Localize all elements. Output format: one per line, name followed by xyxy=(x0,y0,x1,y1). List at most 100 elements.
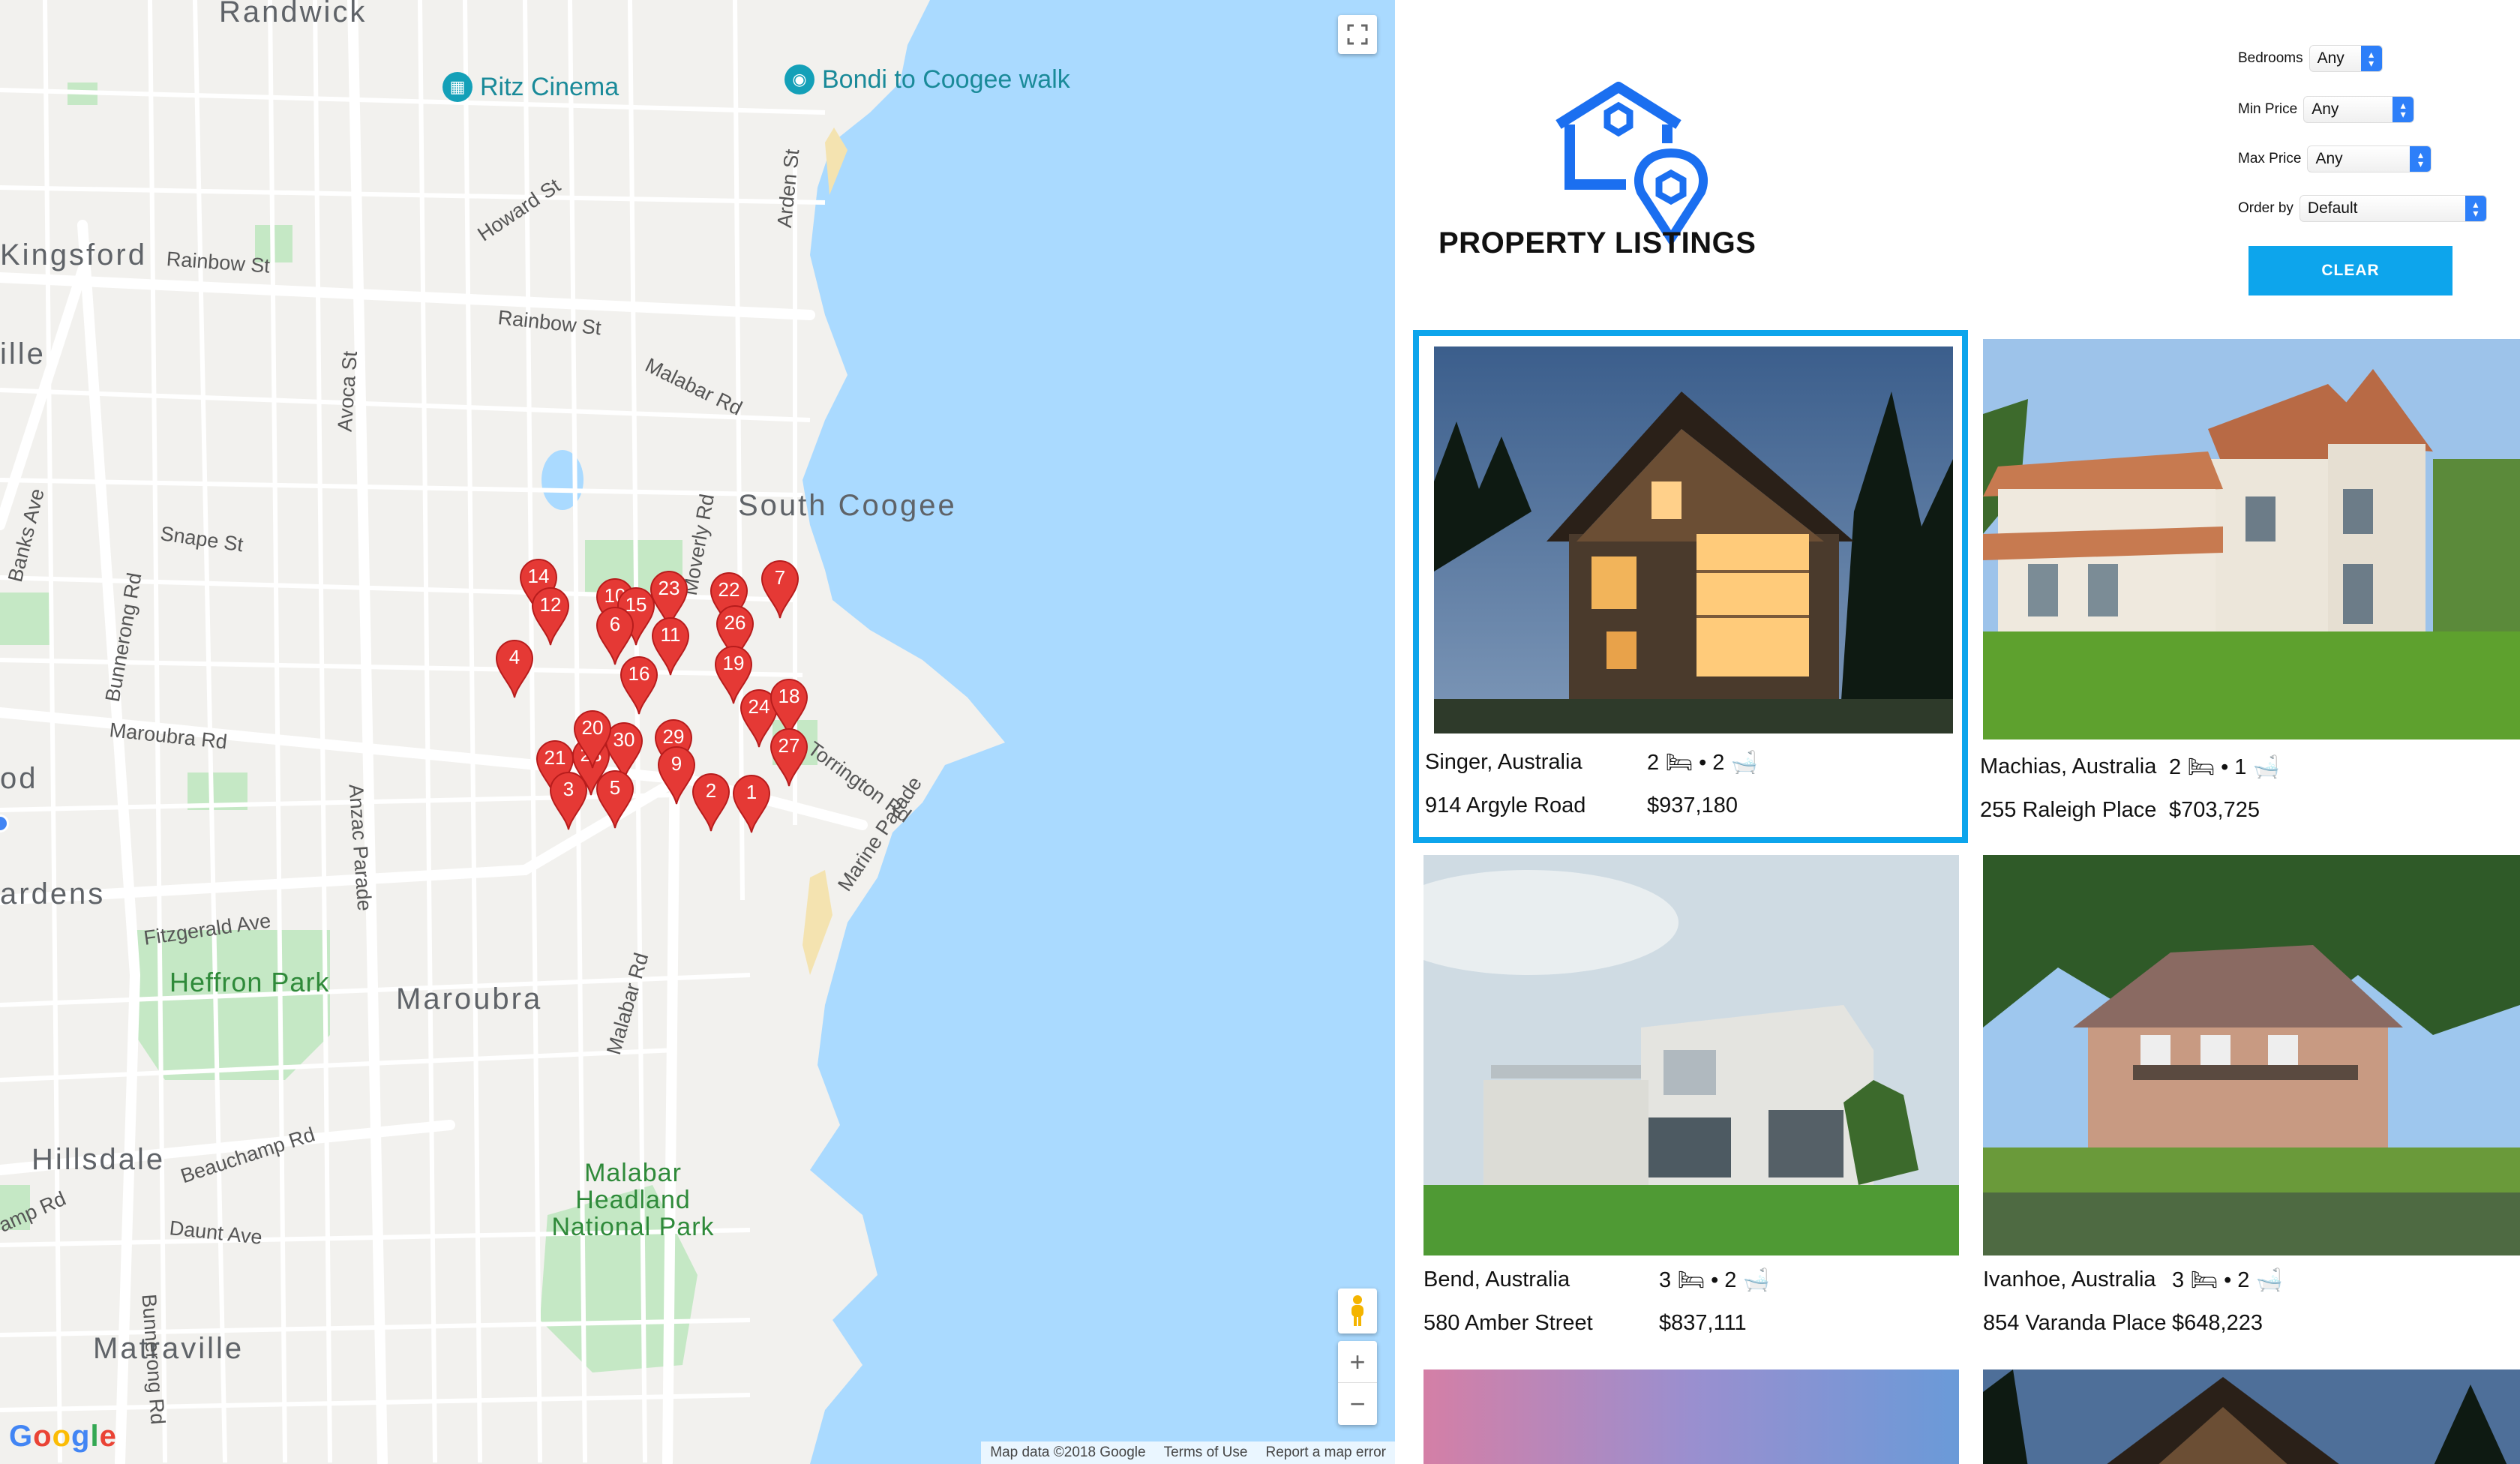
zoom-in-button[interactable]: + xyxy=(1338,1341,1377,1383)
bathroom-count: 2 xyxy=(1706,751,1725,775)
separator: • xyxy=(2224,1268,2232,1292)
listing-beds-baths: 3 🛏 • 2 🛁 xyxy=(2172,1268,2283,1293)
filter-bedrooms: Bedrooms Any ▴ ▾ xyxy=(2238,45,2383,72)
place-matraville: Matraville xyxy=(93,1332,244,1365)
filter-label: Order by xyxy=(2238,200,2294,216)
place-kingsford: Kingsford xyxy=(0,238,147,272)
park-heffron: Heffron Park xyxy=(170,967,330,998)
filter-min-price: Min Price Any ▴ ▾ xyxy=(2238,96,2415,123)
terms-link[interactable]: Terms of Use xyxy=(1164,1444,1248,1461)
listing-street: 854 Varanda Place xyxy=(1983,1311,2167,1335)
listing-price: $937,180 xyxy=(1647,794,1738,818)
bath-icon: 🛁 xyxy=(2246,755,2280,779)
page-title: PROPERTY LISTINGS xyxy=(1438,226,1756,260)
max-price-select[interactable]: Any ▴ ▾ xyxy=(2307,146,2432,172)
marker-label: 9 xyxy=(670,752,682,775)
select-arrows-icon: ▴ ▾ xyxy=(2464,196,2486,221)
bathroom-count: 1 xyxy=(2228,755,2247,779)
listing-marker[interactable]: 4 xyxy=(495,639,534,699)
filter-label: Min Price xyxy=(2238,101,2298,117)
bedroom-count: 3 xyxy=(2172,1268,2185,1292)
bath-icon: 🛁 xyxy=(2249,1268,2283,1292)
bathroom-count: 2 xyxy=(1718,1268,1737,1292)
filter-order-by: Order by Default ▴ ▾ xyxy=(2238,195,2487,222)
bed-icon: 🛏 xyxy=(1659,751,1700,775)
marker-label: 2 xyxy=(705,779,717,802)
marker-label: 22 xyxy=(718,578,740,601)
marker-label: 23 xyxy=(658,577,680,599)
listing-beds-baths: 3 🛏 • 2 🛁 xyxy=(1659,1268,1770,1293)
bed-icon: 🛏 xyxy=(2181,755,2222,779)
bath-icon: 🛁 xyxy=(1724,751,1758,775)
listing-card[interactable] xyxy=(1424,1370,1959,1464)
poi-ritz-cinema[interactable]: ▦ Ritz Cinema xyxy=(442,72,619,102)
marker-label: 27 xyxy=(778,734,800,757)
fullscreen-icon xyxy=(1347,24,1368,45)
place-maroubra: Maroubra xyxy=(396,982,543,1016)
google-logo: Google xyxy=(9,1420,117,1453)
listing-photo xyxy=(1983,339,2520,740)
street-view-pegman[interactable] xyxy=(1338,1288,1377,1334)
bed-icon: 🛏 xyxy=(1671,1268,1712,1292)
place-ille: ille xyxy=(0,338,46,370)
marker-label: 4 xyxy=(508,646,520,668)
listing-marker[interactable]: 27 xyxy=(770,728,808,788)
marker-label: 6 xyxy=(609,613,621,635)
marker-label: 16 xyxy=(628,662,650,685)
report-error-link[interactable]: Report a map error xyxy=(1265,1444,1386,1461)
poi-bondi-coogee-walk[interactable]: ◉ Bondi to Coogee walk xyxy=(784,64,1070,94)
marker-label: 21 xyxy=(544,746,566,769)
select-arrows-icon: ▴ ▾ xyxy=(2392,97,2414,122)
bath-icon: 🛁 xyxy=(1736,1268,1770,1292)
listing-marker[interactable]: 3 xyxy=(549,771,588,831)
marker-label: 26 xyxy=(724,611,746,634)
pegman-icon xyxy=(1352,1295,1364,1326)
place-od: od xyxy=(0,762,38,795)
listing-card[interactable] xyxy=(1983,1370,2520,1464)
zoom-out-button[interactable]: − xyxy=(1338,1383,1377,1425)
cinema-icon: ▦ xyxy=(442,72,472,102)
map-attribution: Map data ©2018 Google Terms of Use Repor… xyxy=(981,1442,1395,1464)
listing-marker[interactable]: 5 xyxy=(596,770,634,830)
listing-street: 255 Raleigh Place xyxy=(1980,798,2157,822)
place-hillsdale: Hillsdale xyxy=(32,1143,166,1176)
listing-marker[interactable]: 16 xyxy=(620,656,658,716)
fullscreen-button[interactable] xyxy=(1338,15,1377,54)
park-malabar: Malabar Headland National Park xyxy=(551,1159,715,1241)
marker-label: 1 xyxy=(746,781,758,803)
filter-label: Max Price xyxy=(2238,151,2302,166)
listing-photo xyxy=(1983,1370,2520,1464)
listing-marker[interactable]: 20 xyxy=(573,710,612,770)
marker-label: 11 xyxy=(660,623,681,646)
map-view[interactable]: Randwick Kingsford ille od South Coogee … xyxy=(0,0,1395,1464)
listing-photo xyxy=(1434,346,1953,734)
listing-marker[interactable]: 1 xyxy=(732,774,771,834)
marker-label: 5 xyxy=(609,776,621,799)
place-ardens: ardens xyxy=(0,878,106,910)
separator: • xyxy=(1699,751,1707,775)
marker-label: 7 xyxy=(774,566,786,589)
listing-street: 914 Argyle Road xyxy=(1425,794,1586,818)
clear-filters-button[interactable]: CLEAR xyxy=(2248,246,2452,296)
listing-street: 580 Amber Street xyxy=(1424,1311,1593,1335)
marker-label: 12 xyxy=(539,593,562,616)
select-arrows-icon: ▴ ▾ xyxy=(2410,146,2432,172)
listing-marker[interactable]: 7 xyxy=(760,560,800,620)
marker-label: 14 xyxy=(527,565,550,587)
min-price-select[interactable]: Any ▴ ▾ xyxy=(2303,96,2415,123)
select-arrows-icon: ▴ ▾ xyxy=(2360,46,2382,71)
order-by-select[interactable]: Default ▴ ▾ xyxy=(2299,195,2487,222)
listing-city: Machias, Australia xyxy=(1980,754,2157,778)
bedrooms-select[interactable]: Any ▴ ▾ xyxy=(2308,45,2383,72)
listing-photo xyxy=(1424,1370,1959,1464)
marker-label: 20 xyxy=(581,716,604,739)
place-randwick: Randwick xyxy=(219,0,368,28)
listing-marker[interactable]: 2 xyxy=(692,772,730,832)
listing-marker[interactable]: 9 xyxy=(657,746,696,806)
listing-marker[interactable]: 12 xyxy=(531,586,570,646)
bedroom-count: 2 xyxy=(1647,751,1660,775)
camera-icon: ◉ xyxy=(784,64,814,94)
listing-beds-baths: 2 🛏 • 1 🛁 xyxy=(2169,754,2280,780)
marker-label: 18 xyxy=(778,685,800,707)
listing-price: $648,223 xyxy=(2172,1311,2263,1335)
